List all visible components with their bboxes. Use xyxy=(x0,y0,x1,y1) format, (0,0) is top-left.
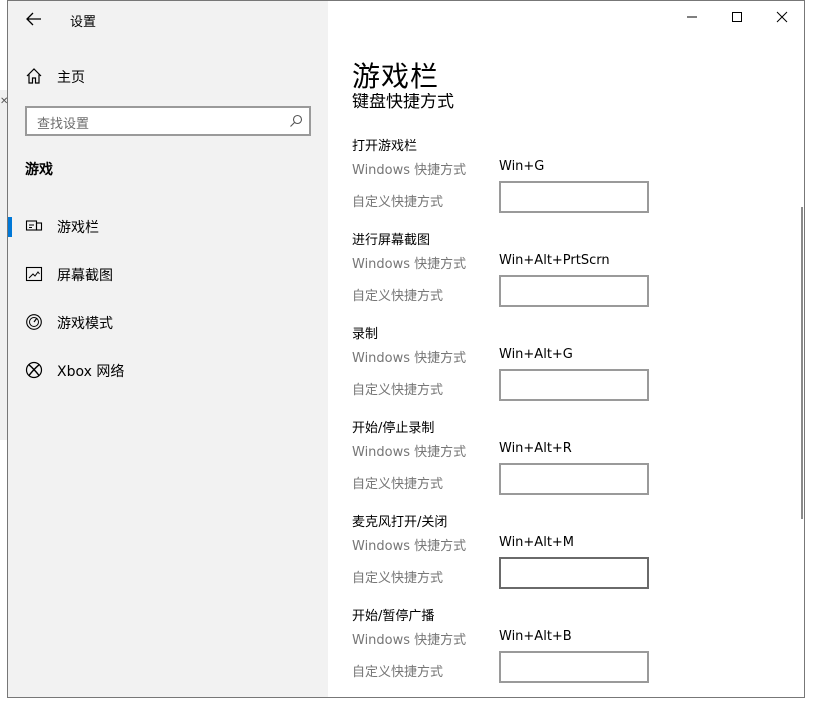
shortcut-name: 进行屏幕截图 xyxy=(352,233,431,248)
sidebar-item-label: 屏幕截图 xyxy=(57,268,113,284)
custom-shortcut-label: 自定义快捷方式 xyxy=(352,477,444,492)
shortcut-name: 开始/暂停广播 xyxy=(352,609,435,624)
windows-shortcut-value: Win+Alt+R xyxy=(499,441,572,456)
selection-indicator xyxy=(8,217,12,237)
shortcut-name: 打开游戏栏 xyxy=(352,139,418,154)
custom-shortcut-label: 自定义快捷方式 xyxy=(352,665,444,680)
shortcut-group: 录制 Windows 快捷方式 Win+Alt+G 自定义快捷方式 xyxy=(352,323,772,417)
windows-shortcut-label: Windows 快捷方式 xyxy=(352,163,467,178)
back-arrow-icon xyxy=(26,12,41,26)
settings-window: 设置 主页 查找设置 游戏 游戏栏 屏幕截图 游戏模式 Xbox 网络 游戏栏 … xyxy=(7,0,805,698)
scrollbar-thumb[interactable] xyxy=(801,207,803,519)
shortcut-group: 开始/停止录制 Windows 快捷方式 Win+Alt+R 自定义快捷方式 xyxy=(352,417,772,511)
xbox-icon xyxy=(25,361,43,379)
sidebar-item-game-mode[interactable]: 游戏模式 xyxy=(8,303,328,343)
custom-shortcut-label: 自定义快捷方式 xyxy=(352,195,444,210)
custom-shortcut-input[interactable] xyxy=(499,557,649,589)
game-bar-icon xyxy=(25,220,43,231)
captures-icon xyxy=(25,266,43,282)
windows-shortcut-label: Windows 快捷方式 xyxy=(352,445,467,460)
custom-shortcut-label: 自定义快捷方式 xyxy=(352,289,444,304)
section-heading-clip: 键盘快捷方式 xyxy=(352,93,652,111)
shortcut-group: 开始/暂停广播 Windows 快捷方式 Win+Alt+B 自定义快捷方式 xyxy=(352,605,772,697)
section-label-gaming: 游戏 xyxy=(25,162,53,178)
minimize-button[interactable] xyxy=(680,5,704,29)
sidebar-item-label: Xbox 网络 xyxy=(57,364,125,380)
sidebar-item-home-label: 主页 xyxy=(57,70,85,86)
maximize-button[interactable] xyxy=(725,5,749,29)
custom-shortcut-label: 自定义快捷方式 xyxy=(352,383,444,398)
windows-shortcut-value: Win+Alt+G xyxy=(499,347,573,362)
home-icon xyxy=(26,68,42,84)
search-placeholder: 查找设置 xyxy=(37,117,90,132)
custom-shortcut-input[interactable] xyxy=(499,463,649,495)
custom-shortcut-input[interactable] xyxy=(499,651,649,683)
shortcut-group: 麦克风打开/关闭 Windows 快捷方式 Win+Alt+M 自定义快捷方式 xyxy=(352,511,772,605)
windows-shortcut-label: Windows 快捷方式 xyxy=(352,257,467,272)
window-title: 设置 xyxy=(70,15,97,30)
windows-shortcut-label: Windows 快捷方式 xyxy=(352,633,467,648)
sidebar-item-captures[interactable]: 屏幕截图 xyxy=(8,255,328,295)
minimize-icon xyxy=(687,16,697,18)
windows-shortcut-value: Win+G xyxy=(499,159,545,174)
custom-shortcut-input[interactable] xyxy=(499,181,649,213)
close-icon xyxy=(776,11,788,23)
game-mode-icon xyxy=(26,314,42,330)
shortcut-group: 进行屏幕截图 Windows 快捷方式 Win+Alt+PrtScrn 自定义快… xyxy=(352,229,772,323)
main-content: 游戏栏 键盘快捷方式 打开游戏栏 Windows 快捷方式 Win+G 自定义快… xyxy=(328,1,804,697)
shortcut-name: 开始/停止录制 xyxy=(352,421,435,436)
page-title: 游戏栏 xyxy=(352,60,440,93)
maximize-icon xyxy=(732,12,742,22)
windows-shortcut-label: Windows 快捷方式 xyxy=(352,351,467,366)
windows-shortcut-value: Win+Alt+M xyxy=(499,535,575,550)
shortcut-name: 录制 xyxy=(352,327,379,342)
search-icon xyxy=(290,114,303,127)
custom-shortcut-label: 自定义快捷方式 xyxy=(352,571,444,586)
windows-shortcut-value: Win+Alt+B xyxy=(499,629,572,644)
shortcut-group: 打开游戏栏 Windows 快捷方式 Win+G 自定义快捷方式 xyxy=(352,135,772,229)
sidebar-item-home[interactable]: 主页 xyxy=(8,61,328,91)
custom-shortcut-input[interactable] xyxy=(499,369,649,401)
shortcut-name: 麦克风打开/关闭 xyxy=(352,515,448,530)
search-input[interactable]: 查找设置 xyxy=(25,106,311,136)
sidebar-item-label: 游戏模式 xyxy=(57,316,113,332)
windows-shortcut-label: Windows 快捷方式 xyxy=(352,539,467,554)
sidebar-item-label: 游戏栏 xyxy=(57,220,99,236)
sidebar: 设置 主页 查找设置 游戏 游戏栏 屏幕截图 游戏模式 Xbox 网络 xyxy=(8,1,328,697)
windows-shortcut-value: Win+Alt+PrtScrn xyxy=(499,253,610,268)
sidebar-item-xbox-network[interactable]: Xbox 网络 xyxy=(8,351,328,391)
custom-shortcut-input[interactable] xyxy=(499,275,649,307)
sidebar-item-game-bar[interactable]: 游戏栏 xyxy=(8,207,328,247)
section-heading: 键盘快捷方式 xyxy=(352,93,454,111)
back-button[interactable] xyxy=(22,7,46,31)
close-button[interactable] xyxy=(770,5,794,29)
